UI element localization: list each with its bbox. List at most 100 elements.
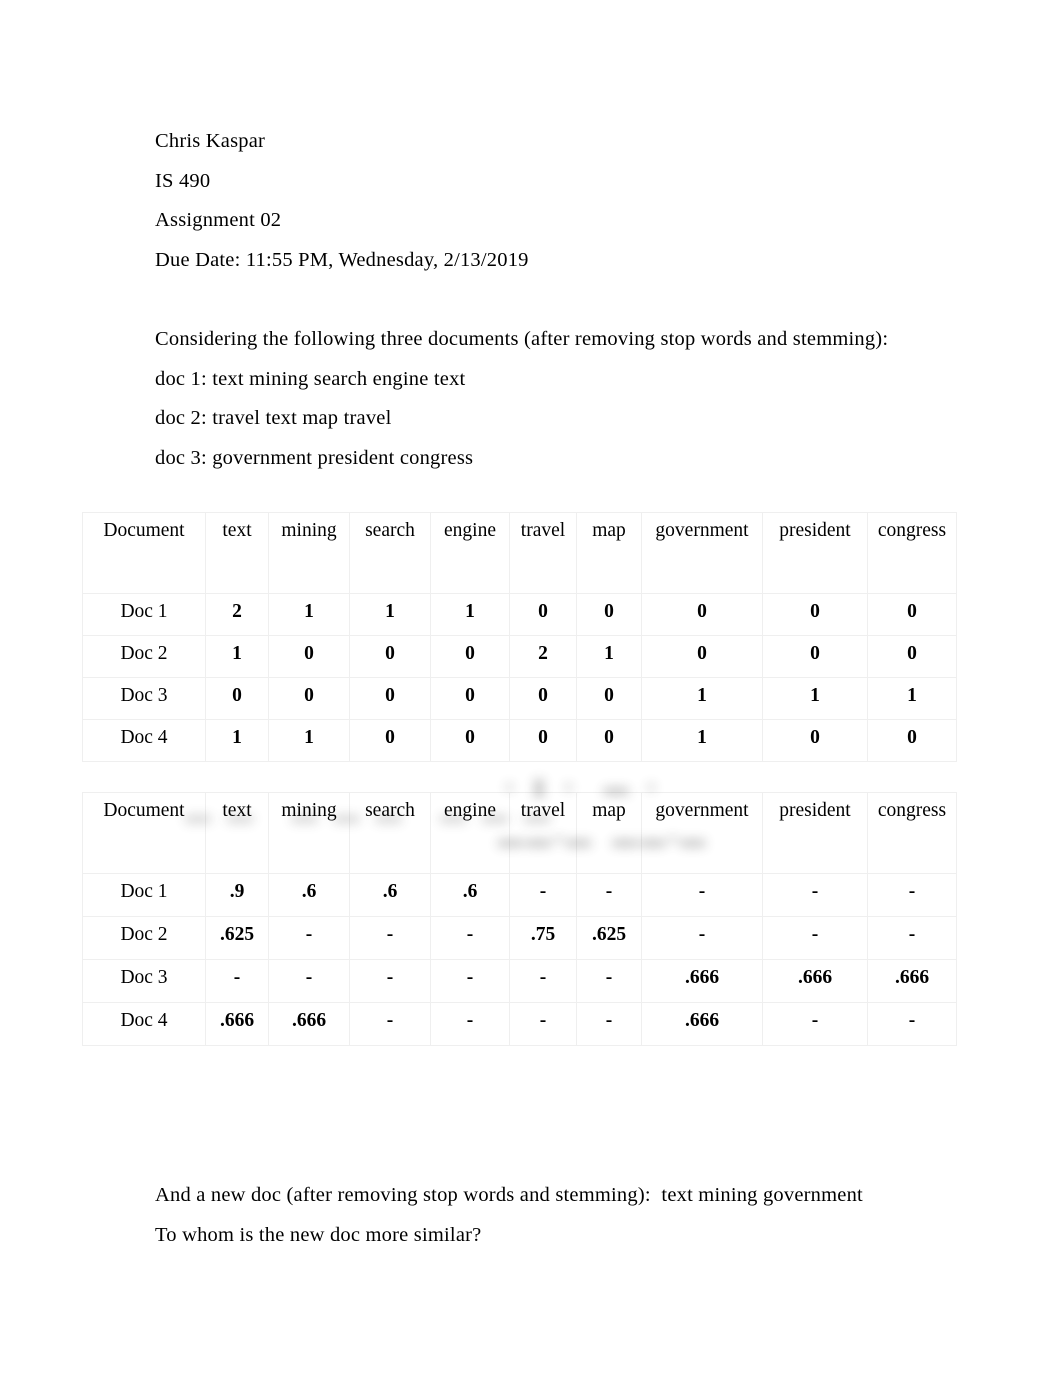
cell-travel: - bbox=[509, 959, 577, 1003]
column-header-engine: engine bbox=[430, 792, 510, 874]
table-row: Doc 3 - - - - - - .666 .666 .666 bbox=[82, 959, 957, 1003]
cell-search: 0 bbox=[349, 677, 431, 720]
cell-search: 0 bbox=[349, 719, 431, 762]
cell-president: 0 bbox=[762, 593, 868, 636]
cell-map: 1 bbox=[576, 635, 642, 678]
cell-map: 0 bbox=[576, 677, 642, 720]
cell-map: 0 bbox=[576, 593, 642, 636]
cell-text: 0 bbox=[205, 677, 269, 720]
table-header: Document text mining search engine trave… bbox=[82, 792, 957, 874]
cell-map: .625 bbox=[576, 916, 642, 960]
cell-government: .666 bbox=[641, 959, 763, 1003]
cell-mining: 0 bbox=[268, 635, 350, 678]
doc-3-line: doc 3: government president congress bbox=[155, 446, 474, 469]
column-header-document: Document bbox=[82, 512, 206, 594]
cell-engine: 0 bbox=[430, 677, 510, 720]
cell-congress: 1 bbox=[867, 677, 957, 720]
closing-block: And a new doc (after removing stop words… bbox=[155, 1176, 915, 1255]
column-header-text: text bbox=[205, 512, 269, 594]
cell-search: 0 bbox=[349, 635, 431, 678]
cell-president: 0 bbox=[762, 719, 868, 762]
table-row: Doc 2 .625 - - - .75 .625 - - - bbox=[82, 916, 957, 960]
cell-president: - bbox=[762, 873, 868, 917]
table-body: Doc 1 2 1 1 1 0 0 0 0 0 Doc 2 1 0 0 0 2 … bbox=[82, 593, 957, 762]
column-header-travel: travel bbox=[509, 512, 577, 594]
cell-travel: 2 bbox=[509, 635, 577, 678]
cell-engine: - bbox=[430, 959, 510, 1003]
term-frequency-table: Document text mining search engine trave… bbox=[82, 512, 957, 762]
cell-mining: 0 bbox=[268, 677, 350, 720]
cell-text: - bbox=[205, 959, 269, 1003]
cell-congress: - bbox=[867, 1002, 957, 1046]
table-header-row: Document text mining search engine trave… bbox=[82, 512, 957, 594]
document-page: Chris Kaspar IS 490 Assignment 02 Due Da… bbox=[0, 0, 1062, 1377]
cell-mining: .6 bbox=[268, 873, 350, 917]
cell-text: 1 bbox=[205, 719, 269, 762]
column-header-text: text bbox=[205, 792, 269, 874]
doc-2-line: doc 2: travel text map travel bbox=[155, 407, 392, 429]
row-label: Doc 1 bbox=[82, 593, 206, 636]
row-label: Doc 4 bbox=[82, 719, 206, 762]
cell-mining: - bbox=[268, 916, 350, 960]
due-date: Due Date: 11:55 PM, Wednesday, 2/13/2019 bbox=[155, 248, 529, 271]
column-header-congress: congress bbox=[867, 512, 957, 594]
cell-text: 2 bbox=[205, 593, 269, 636]
column-header-president: president bbox=[762, 512, 868, 594]
cell-government: 0 bbox=[641, 635, 763, 678]
row-label: Doc 1 bbox=[82, 873, 206, 917]
cell-search: 1 bbox=[349, 593, 431, 636]
cell-president: .666 bbox=[762, 959, 868, 1003]
author-name: Chris Kaspar bbox=[155, 130, 266, 152]
cell-mining: - bbox=[268, 959, 350, 1003]
cell-search: - bbox=[349, 959, 431, 1003]
cell-travel: 0 bbox=[509, 593, 577, 636]
intro-block: Considering the following three document… bbox=[155, 320, 915, 478]
new-doc-line: And a new doc (after removing stop words… bbox=[155, 1184, 863, 1206]
column-header-map: map bbox=[576, 792, 642, 874]
table-row: Doc 4 1 1 0 0 0 0 1 0 0 bbox=[82, 719, 957, 762]
cell-travel: 0 bbox=[509, 677, 577, 720]
table-header-row: Document text mining search engine trave… bbox=[82, 792, 957, 874]
table-row: Doc 1 2 1 1 1 0 0 0 0 0 bbox=[82, 593, 957, 636]
term-frequency-table-wrapper: Document text mining search engine trave… bbox=[82, 512, 957, 762]
cell-text: .9 bbox=[205, 873, 269, 917]
table-body: Doc 1 .9 .6 .6 .6 - - - - - Doc 2 .625 -… bbox=[82, 873, 957, 1046]
cell-map: - bbox=[576, 959, 642, 1003]
cell-congress: 0 bbox=[867, 719, 957, 762]
assignment-title: Assignment 02 bbox=[155, 209, 282, 231]
cell-congress: .666 bbox=[867, 959, 957, 1003]
column-header-congress: congress bbox=[867, 792, 957, 874]
cell-president: - bbox=[762, 1002, 868, 1046]
cell-congress: 0 bbox=[867, 593, 957, 636]
question-line: To whom is the new doc more similar? bbox=[155, 1223, 482, 1246]
cell-travel: .75 bbox=[509, 916, 577, 960]
cell-government: 1 bbox=[641, 719, 763, 762]
cell-text: .625 bbox=[205, 916, 269, 960]
cell-travel: - bbox=[509, 873, 577, 917]
intro-sentence: Considering the following three document… bbox=[155, 328, 889, 350]
table-header: Document text mining search engine trave… bbox=[82, 512, 957, 594]
cell-government: 0 bbox=[641, 593, 763, 636]
cell-engine: - bbox=[430, 916, 510, 960]
column-header-government: government bbox=[641, 512, 763, 594]
cell-search: .6 bbox=[349, 873, 431, 917]
column-header-president: president bbox=[762, 792, 868, 874]
cell-president: 1 bbox=[762, 677, 868, 720]
row-label: Doc 2 bbox=[82, 635, 206, 678]
column-header-engine: engine bbox=[430, 512, 510, 594]
row-label: Doc 2 bbox=[82, 916, 206, 960]
cell-mining: 1 bbox=[268, 719, 350, 762]
column-header-search: search bbox=[349, 792, 431, 874]
column-header-mining: mining bbox=[268, 512, 350, 594]
cell-congress: - bbox=[867, 916, 957, 960]
cell-text: .666 bbox=[205, 1002, 269, 1046]
cell-travel: 0 bbox=[509, 719, 577, 762]
cell-mining: 1 bbox=[268, 593, 350, 636]
row-label: Doc 3 bbox=[82, 677, 206, 720]
cell-engine: .6 bbox=[430, 873, 510, 917]
table-row: Doc 1 .9 .6 .6 .6 - - - - - bbox=[82, 873, 957, 917]
cell-government: - bbox=[641, 916, 763, 960]
weights-table: Document text mining search engine trave… bbox=[82, 792, 957, 1046]
cell-map: - bbox=[576, 873, 642, 917]
row-label: Doc 4 bbox=[82, 1002, 206, 1046]
